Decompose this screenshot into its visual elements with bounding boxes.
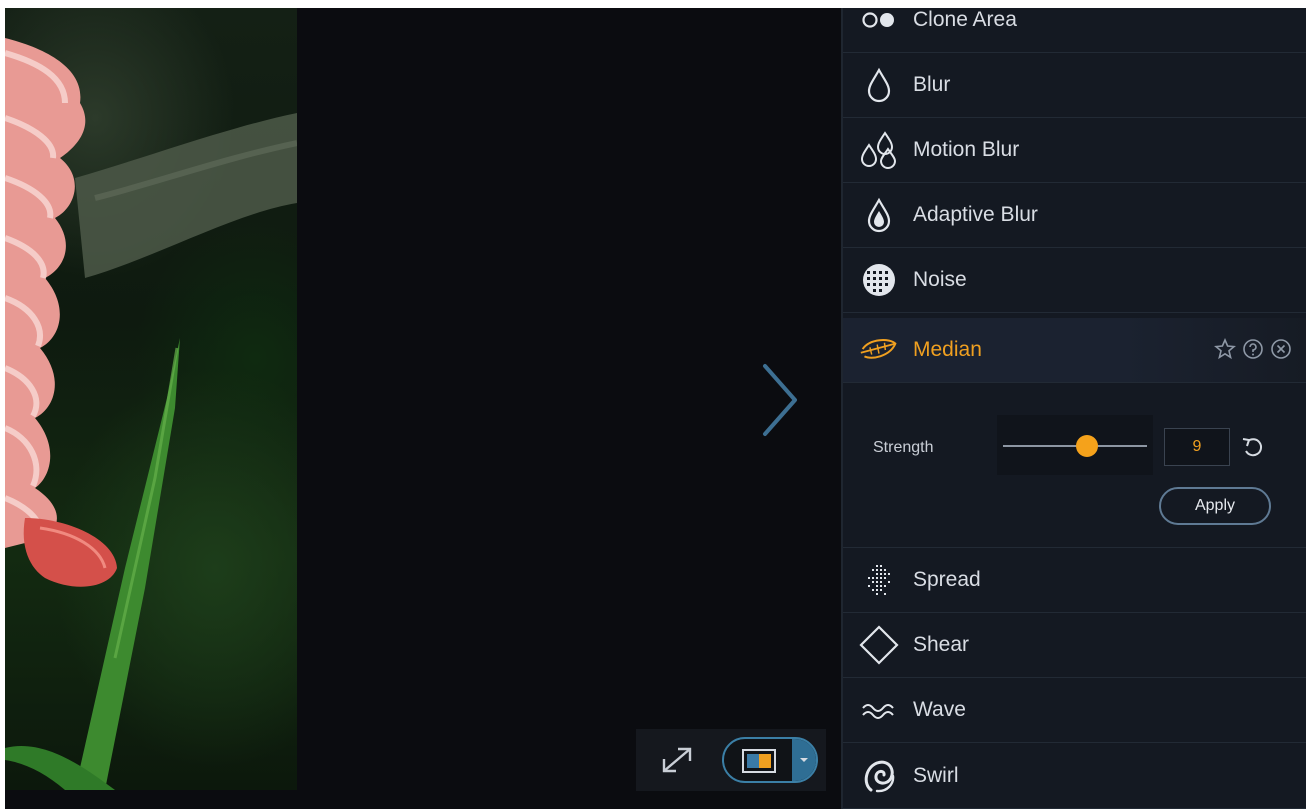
effect-label: Adaptive Blur bbox=[913, 203, 1038, 226]
compare-view-toggle[interactable] bbox=[722, 737, 818, 783]
image-preview[interactable] bbox=[5, 8, 297, 790]
swirl-icon bbox=[859, 756, 899, 796]
strength-value-input[interactable]: 9 bbox=[1164, 428, 1230, 466]
star-icon[interactable] bbox=[1214, 337, 1236, 360]
clone-area-icon bbox=[859, 8, 899, 40]
effect-label: Median bbox=[913, 338, 982, 361]
compare-dropdown-button[interactable] bbox=[792, 739, 816, 781]
effect-item-motion-blur[interactable]: Motion Blur bbox=[843, 118, 1306, 183]
effect-item-wave[interactable]: Wave bbox=[843, 678, 1306, 743]
apply-button[interactable]: Apply bbox=[1159, 487, 1271, 525]
effect-label: Blur bbox=[913, 73, 951, 96]
effect-label: Noise bbox=[913, 268, 967, 291]
effect-label: Clone Area bbox=[913, 8, 1017, 31]
editor-window: Clone Area Blur Motion Blur Adaptive Blu… bbox=[5, 8, 1306, 809]
adaptive-blur-icon bbox=[859, 195, 899, 235]
view-toolbar bbox=[636, 729, 826, 791]
effect-item-clone-area[interactable]: Clone Area bbox=[843, 8, 1306, 53]
effect-actions bbox=[1214, 337, 1292, 360]
wave-icon bbox=[859, 690, 899, 730]
effect-label: Motion Blur bbox=[913, 138, 1020, 161]
effect-item-blur[interactable]: Blur bbox=[843, 53, 1306, 118]
shear-diamond-icon bbox=[859, 625, 899, 665]
strength-label: Strength bbox=[873, 439, 934, 456]
reset-icon[interactable] bbox=[1239, 433, 1267, 461]
close-circle-icon[interactable] bbox=[1270, 338, 1292, 360]
chevron-down-icon bbox=[800, 758, 808, 762]
expand-arrows-icon[interactable] bbox=[658, 743, 696, 777]
effect-label: Wave bbox=[913, 698, 966, 721]
blur-drop-icon bbox=[859, 65, 899, 105]
median-settings: Strength 9 Apply bbox=[843, 383, 1306, 548]
effect-item-swirl[interactable]: Swirl bbox=[843, 744, 1306, 809]
motion-blur-icon bbox=[859, 130, 899, 170]
split-view-icon bbox=[742, 749, 776, 773]
spread-icon bbox=[859, 560, 899, 600]
photo-content bbox=[5, 38, 297, 790]
effect-label: Swirl bbox=[913, 764, 959, 787]
effect-item-spread[interactable]: Spread bbox=[843, 548, 1306, 613]
effect-item-adaptive-blur[interactable]: Adaptive Blur bbox=[843, 183, 1306, 248]
effect-item-noise[interactable]: Noise bbox=[843, 248, 1306, 313]
next-arrow-icon[interactable] bbox=[753, 360, 803, 440]
strength-slider[interactable] bbox=[997, 415, 1153, 475]
slider-thumb[interactable] bbox=[1075, 435, 1098, 457]
effects-panel: Clone Area Blur Motion Blur Adaptive Blu… bbox=[841, 8, 1306, 809]
effect-label: Spread bbox=[913, 568, 981, 591]
effect-item-median[interactable]: Median bbox=[843, 318, 1306, 383]
noise-icon bbox=[859, 260, 899, 300]
effect-item-shear[interactable]: Shear bbox=[843, 613, 1306, 678]
help-icon[interactable] bbox=[1242, 338, 1264, 360]
median-feather-icon bbox=[859, 330, 899, 370]
effect-label: Shear bbox=[913, 633, 970, 656]
